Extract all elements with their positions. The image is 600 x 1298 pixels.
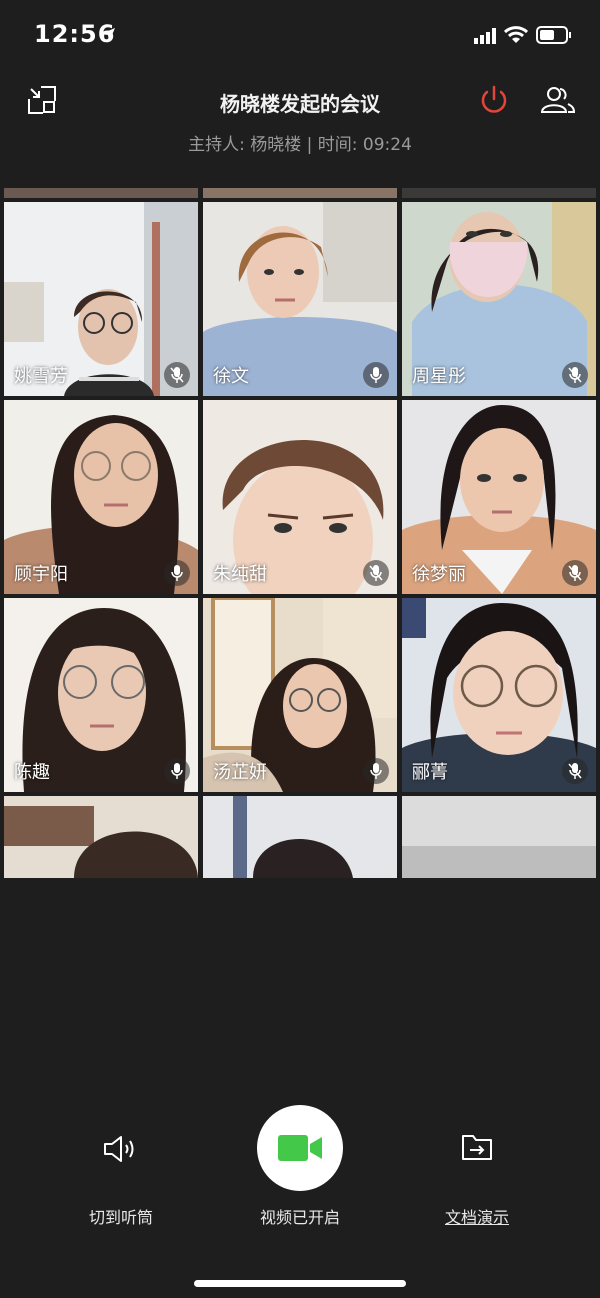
meeting-header <box>0 70 600 170</box>
video-tile[interactable]: 郦菁 <box>402 598 596 792</box>
partial-video-tile[interactable] <box>203 796 397 878</box>
participant-name: 汤芷妍 <box>213 762 267 783</box>
participant-video <box>402 796 596 878</box>
mic-icon <box>164 560 190 586</box>
mic-muted-icon <box>562 362 588 388</box>
video-toggle-circle[interactable] <box>257 1105 343 1191</box>
participant-video <box>203 796 397 878</box>
video-tile[interactable]: 汤芷妍 <box>203 598 397 792</box>
battery-icon <box>536 26 571 44</box>
mic-muted-icon <box>363 560 389 586</box>
location-arrow-icon <box>101 28 115 42</box>
partial-video-tile <box>402 188 596 198</box>
participant-name: 顾宇阳 <box>14 564 68 585</box>
mic-icon <box>363 362 389 388</box>
participant-name: 徐文 <box>213 366 249 387</box>
mic-muted-icon <box>562 560 588 586</box>
partial-video-tile <box>203 188 397 198</box>
mic-icon <box>363 758 389 784</box>
partial-video-tile <box>4 188 198 198</box>
participant-name: 陈趣 <box>14 762 50 783</box>
participant-name: 郦菁 <box>412 762 448 783</box>
participant-name: 姚雪芳 <box>14 366 68 387</box>
folder-share-icon <box>462 1135 492 1160</box>
cellular-signal-icon <box>474 28 496 44</box>
switch-to-earpiece-label: 切到听筒 <box>88 1208 153 1227</box>
speaker-icon <box>104 1136 134 1162</box>
power-end-meeting-icon[interactable] <box>478 84 510 116</box>
participant-name: 周星彤 <box>412 366 466 387</box>
partial-video-tile[interactable] <box>402 796 596 878</box>
video-tile[interactable]: 顾宇阳 <box>4 400 198 594</box>
participant-video <box>4 796 198 878</box>
status-bar: 12:56 <box>0 0 600 70</box>
home-indicator[interactable] <box>194 1280 406 1287</box>
document-presentation-label: 文档演示 <box>444 1208 509 1227</box>
video-tile[interactable]: 周星彤 <box>402 202 596 396</box>
mic-muted-icon <box>562 758 588 784</box>
video-tile[interactable]: 徐梦丽 <box>402 400 596 594</box>
video-camera-icon <box>278 1135 322 1161</box>
mic-icon <box>164 758 190 784</box>
participant-name: 徐梦丽 <box>412 564 466 585</box>
call-controls: 切到听筒 视频已开启 文档演示 <box>0 1100 600 1240</box>
video-tile[interactable]: 朱纯甜 <box>203 400 397 594</box>
video-tile[interactable]: 姚雪芳 <box>4 202 198 396</box>
partial-video-tile[interactable] <box>4 796 198 878</box>
meeting-title: 杨晓楼发起的会议 <box>220 92 380 116</box>
members-icon[interactable] <box>540 84 576 116</box>
wifi-icon <box>504 26 528 43</box>
participant-video-grid: 姚雪芳 徐文 周星彤 顾宇阳 朱纯甜 徐梦丽 陈趣 汤芷妍 郦菁 <box>0 188 600 878</box>
video-tile[interactable]: 徐文 <box>203 202 397 396</box>
mic-muted-icon <box>164 362 190 388</box>
video-tile[interactable]: 陈趣 <box>4 598 198 792</box>
participant-name: 朱纯甜 <box>213 564 267 585</box>
video-status-label: 视频已开启 <box>259 1208 340 1227</box>
meeting-subtitle: 主持人: 杨晓楼 | 时间: 09:24 <box>188 135 412 155</box>
